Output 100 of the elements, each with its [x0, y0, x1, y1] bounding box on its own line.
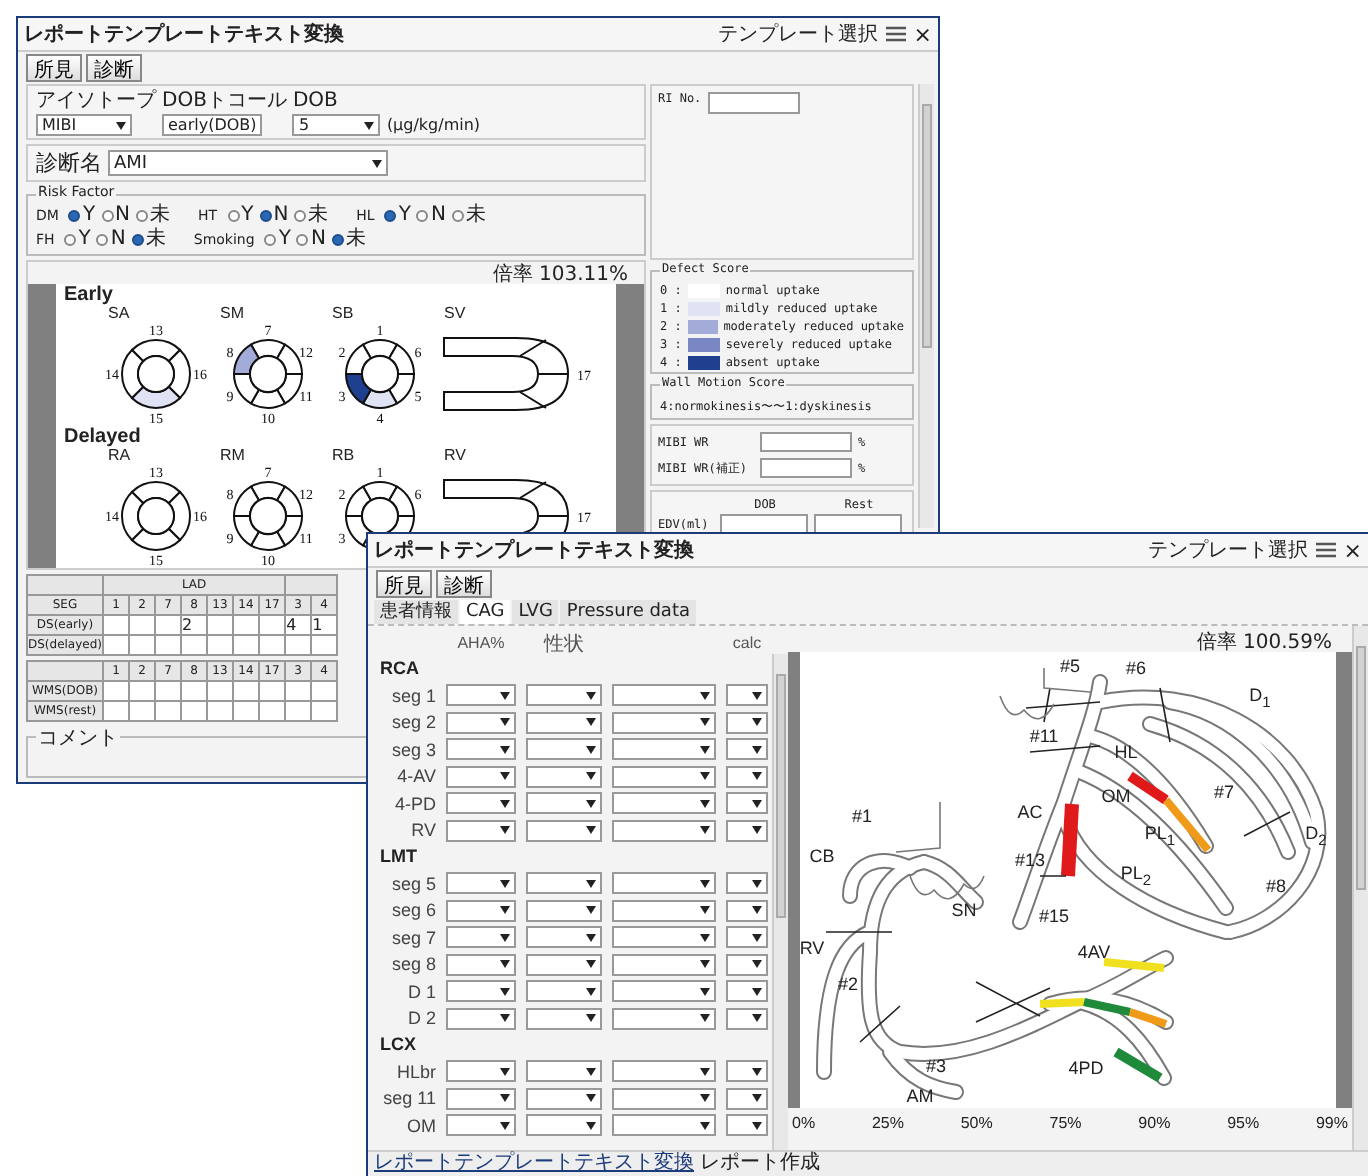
- table-cell[interactable]: [129, 615, 155, 635]
- dropdown[interactable]: [526, 765, 602, 788]
- table-cell[interactable]: [233, 681, 259, 701]
- dropdown[interactable]: [526, 792, 602, 815]
- dropdown[interactable]: [446, 953, 516, 976]
- table-cell[interactable]: [181, 681, 207, 701]
- radio-button[interactable]: [384, 210, 397, 222]
- table-cell[interactable]: [103, 701, 129, 721]
- dropdown[interactable]: [446, 711, 516, 734]
- dropdown[interactable]: [726, 1087, 768, 1110]
- table-cell[interactable]: [155, 615, 181, 635]
- table-cell[interactable]: [233, 615, 259, 635]
- dropdown[interactable]: [726, 711, 768, 734]
- radio-button[interactable]: [451, 210, 464, 222]
- radio-button[interactable]: [227, 210, 240, 222]
- scrollbar[interactable]: [772, 654, 788, 1150]
- table-cell[interactable]: [181, 701, 207, 721]
- tab[interactable]: LVG: [512, 600, 559, 624]
- table-cell[interactable]: [311, 635, 338, 655]
- table-cell[interactable]: [207, 681, 233, 701]
- input-field[interactable]: [760, 432, 852, 452]
- table-cell[interactable]: [103, 615, 129, 635]
- menu-icon[interactable]: [1315, 542, 1336, 558]
- radio-button[interactable]: [416, 210, 429, 222]
- toolbar-button[interactable]: 診断: [436, 570, 492, 598]
- radio-button[interactable]: [264, 234, 277, 246]
- radio-button[interactable]: [294, 210, 307, 222]
- table-cell[interactable]: [285, 701, 311, 721]
- input-field[interactable]: [814, 514, 902, 534]
- radio-button[interactable]: [101, 210, 114, 222]
- dropdown[interactable]: AMI: [108, 150, 388, 176]
- dropdown[interactable]: [526, 926, 602, 949]
- table-cell[interactable]: [155, 681, 181, 701]
- table-cell[interactable]: [207, 701, 233, 721]
- radio-button[interactable]: [96, 234, 109, 246]
- radio-button[interactable]: [64, 234, 77, 246]
- menu-icon[interactable]: [885, 26, 906, 42]
- dropdown[interactable]: [526, 980, 602, 1003]
- table-cell[interactable]: [233, 701, 259, 721]
- toolbar-button[interactable]: 所見: [376, 570, 432, 598]
- table-cell[interactable]: [259, 615, 286, 635]
- dropdown[interactable]: [446, 899, 516, 922]
- table-cell[interactable]: [259, 635, 286, 655]
- table-cell[interactable]: [129, 635, 155, 655]
- dropdown[interactable]: [526, 1060, 602, 1083]
- dropdown[interactable]: [526, 872, 602, 895]
- table-cell[interactable]: [155, 635, 181, 655]
- dropdown[interactable]: [446, 819, 516, 842]
- table-cell[interactable]: [103, 635, 129, 655]
- dropdown[interactable]: [446, 1087, 516, 1110]
- dropdown[interactable]: [726, 765, 768, 788]
- dropdown[interactable]: [446, 792, 516, 815]
- dropdown[interactable]: [726, 819, 768, 842]
- dropdown[interactable]: [446, 1007, 516, 1030]
- dropdown[interactable]: [446, 980, 516, 1003]
- input-field[interactable]: [720, 514, 808, 534]
- radio-button[interactable]: [331, 234, 344, 246]
- dropdown[interactable]: [726, 899, 768, 922]
- dropdown[interactable]: [726, 953, 768, 976]
- scrollbar[interactable]: [1352, 626, 1368, 1150]
- table-cell[interactable]: [311, 681, 337, 701]
- taskbar-tab[interactable]: レポート作成: [700, 1152, 820, 1176]
- dropdown[interactable]: [446, 684, 516, 707]
- template-select-link[interactable]: テンプレート選択: [717, 20, 878, 48]
- dropdown[interactable]: [526, 1007, 602, 1030]
- table-cell[interactable]: [181, 635, 207, 655]
- table-cell[interactable]: [259, 681, 285, 701]
- tab[interactable]: CAG: [460, 600, 511, 624]
- table-cell[interactable]: 2: [181, 615, 207, 635]
- radio-button[interactable]: [136, 210, 149, 222]
- dropdown[interactable]: [726, 926, 768, 949]
- dropdown[interactable]: MIBI: [36, 114, 132, 136]
- radio-button[interactable]: [259, 210, 272, 222]
- input-field[interactable]: [707, 92, 800, 114]
- dropdown[interactable]: [446, 765, 516, 788]
- dropdown[interactable]: [726, 980, 768, 1003]
- dropdown[interactable]: [726, 738, 768, 761]
- table-cell[interactable]: [233, 635, 259, 655]
- dropdown[interactable]: [726, 1114, 768, 1137]
- dropdown[interactable]: [726, 684, 768, 707]
- taskbar-tab[interactable]: レポートテンプレートテキスト変換: [374, 1152, 694, 1176]
- radio-button[interactable]: [68, 210, 81, 222]
- input-field[interactable]: [760, 458, 852, 478]
- dropdown[interactable]: [526, 1114, 602, 1137]
- dropdown[interactable]: [446, 1114, 516, 1137]
- table-cell[interactable]: [155, 701, 181, 721]
- dropdown[interactable]: [726, 792, 768, 815]
- dropdown[interactable]: [726, 872, 768, 895]
- tab[interactable]: Pressure data: [560, 600, 696, 624]
- table-cell[interactable]: [207, 615, 233, 635]
- table-cell[interactable]: 4: [285, 615, 312, 635]
- dropdown[interactable]: [446, 926, 516, 949]
- toolbar-button[interactable]: 所見: [26, 54, 82, 82]
- table-cell[interactable]: [311, 701, 337, 721]
- table-cell[interactable]: [285, 635, 312, 655]
- dropdown[interactable]: [446, 738, 516, 761]
- table-cell[interactable]: [259, 701, 285, 721]
- scrollbar[interactable]: [918, 84, 934, 528]
- dropdown[interactable]: [726, 1060, 768, 1083]
- template-select-link[interactable]: テンプレート選択: [1147, 536, 1308, 564]
